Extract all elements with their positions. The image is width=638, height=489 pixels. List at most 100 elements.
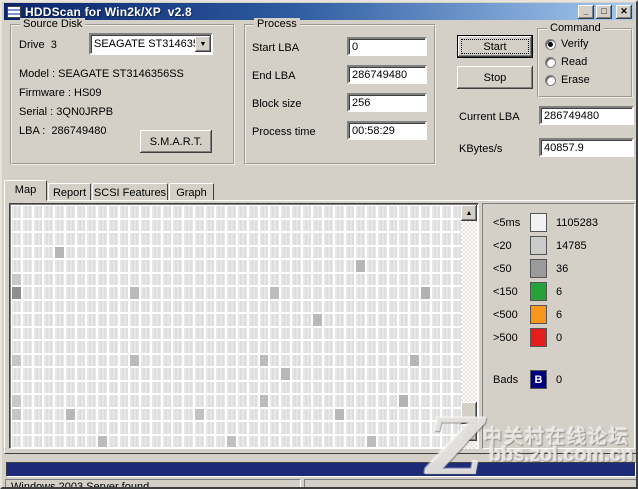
map-cell (420, 422, 430, 434)
radio-verify-label: Verify (561, 38, 589, 50)
map-cell (76, 408, 86, 420)
map-cell (65, 368, 75, 380)
map-cell (345, 327, 355, 339)
scrollbar-thumb[interactable] (461, 402, 477, 424)
map-cell (410, 327, 419, 339)
legend-label: <20 (493, 239, 512, 252)
legend-row: Bads B 0 (493, 370, 628, 389)
map-cell (324, 341, 333, 353)
map-cell (119, 354, 129, 366)
current-lba-label: Current LBA (459, 111, 520, 123)
map-cell (442, 300, 452, 312)
map-cell (98, 273, 107, 285)
map-cell (33, 314, 43, 326)
map-cell (108, 219, 118, 231)
legend-row: <150 6 (493, 282, 628, 301)
map-cell (442, 314, 452, 326)
start-lba-input[interactable] (347, 37, 427, 56)
close-button[interactable]: ✕ (616, 4, 632, 19)
map-cell (345, 435, 355, 447)
map-cell (281, 219, 290, 231)
map-cell (431, 233, 441, 245)
map-cell (345, 233, 355, 245)
radio-erase[interactable]: Erase (545, 74, 590, 86)
map-cell (65, 435, 75, 447)
map-cell (130, 435, 140, 447)
map-cell (367, 435, 376, 447)
combo-dropdown-button[interactable]: ▼ (195, 36, 211, 52)
map-cell (281, 435, 290, 447)
map-cell (44, 246, 54, 258)
map-cell (173, 341, 183, 353)
process-time-input[interactable] (347, 121, 427, 140)
map-cell (216, 260, 226, 272)
map-cell (345, 341, 355, 353)
map-cell (194, 206, 204, 218)
radio-verify[interactable]: Verify (545, 38, 589, 50)
map-cell (281, 368, 290, 380)
map-cell (248, 246, 258, 258)
scroll-down-button[interactable]: ▼ (461, 425, 477, 441)
drive-select[interactable]: SEAGATE ST3146356 ▼ (89, 33, 213, 55)
map-scrollbar[interactable]: ▲ ▼ (461, 205, 477, 449)
process-time-label: Process time (252, 126, 316, 138)
map-cell (55, 260, 64, 272)
map-cell (302, 327, 312, 339)
map-cell (76, 300, 86, 312)
tab-scsi-features[interactable]: SCSI Features (92, 183, 168, 201)
map-cell (388, 435, 398, 447)
map-cell (33, 368, 43, 380)
map-cell (345, 273, 355, 285)
start-button[interactable]: Start (457, 35, 533, 58)
map-cell (87, 273, 97, 285)
map-cell (248, 206, 258, 218)
map-cell (55, 354, 64, 366)
map-cell (33, 219, 43, 231)
map-cell (151, 206, 161, 218)
kbytes-input[interactable] (539, 138, 634, 157)
map-cell (87, 395, 97, 407)
map-cell (22, 246, 32, 258)
map-cell (356, 395, 366, 407)
map-grid[interactable] (12, 206, 462, 448)
map-cell (313, 233, 323, 245)
current-lba-input[interactable] (539, 106, 634, 125)
map-cell (130, 341, 140, 353)
map-cell (173, 260, 183, 272)
end-lba-input[interactable] (347, 65, 427, 84)
map-cell (194, 219, 204, 231)
map-cell (291, 368, 301, 380)
tab-report[interactable]: Report (48, 183, 91, 201)
map-cell (431, 327, 441, 339)
map-cell (410, 341, 419, 353)
minimize-button[interactable]: _ (578, 4, 594, 19)
map-cell (291, 314, 301, 326)
map-cell (119, 341, 129, 353)
map-cell (302, 273, 312, 285)
map-cell (33, 300, 43, 312)
map-cell (377, 314, 387, 326)
map-cell (410, 395, 419, 407)
map-cell (33, 381, 43, 393)
map-cell (388, 233, 398, 245)
map-cell (194, 233, 204, 245)
map-cell (87, 300, 97, 312)
map-cell (442, 233, 452, 245)
map-cell (291, 395, 301, 407)
stop-button[interactable]: Stop (457, 66, 533, 89)
tab-map[interactable]: Map (4, 180, 47, 201)
map-cell (216, 273, 226, 285)
map-cell (270, 300, 280, 312)
smart-button[interactable]: S.M.A.R.T. (140, 130, 212, 153)
block-size-input[interactable] (347, 93, 427, 112)
map-cell (291, 381, 301, 393)
map-cell (237, 206, 247, 218)
map-cell (22, 273, 32, 285)
legend-value: 6 (556, 285, 563, 298)
tab-graph[interactable]: Graph (169, 183, 214, 201)
map-cell (259, 260, 269, 272)
map-cell (151, 368, 161, 380)
radio-read[interactable]: Read (545, 56, 587, 68)
maximize-button[interactable]: □ (596, 4, 612, 19)
scroll-up-button[interactable]: ▲ (461, 205, 477, 221)
